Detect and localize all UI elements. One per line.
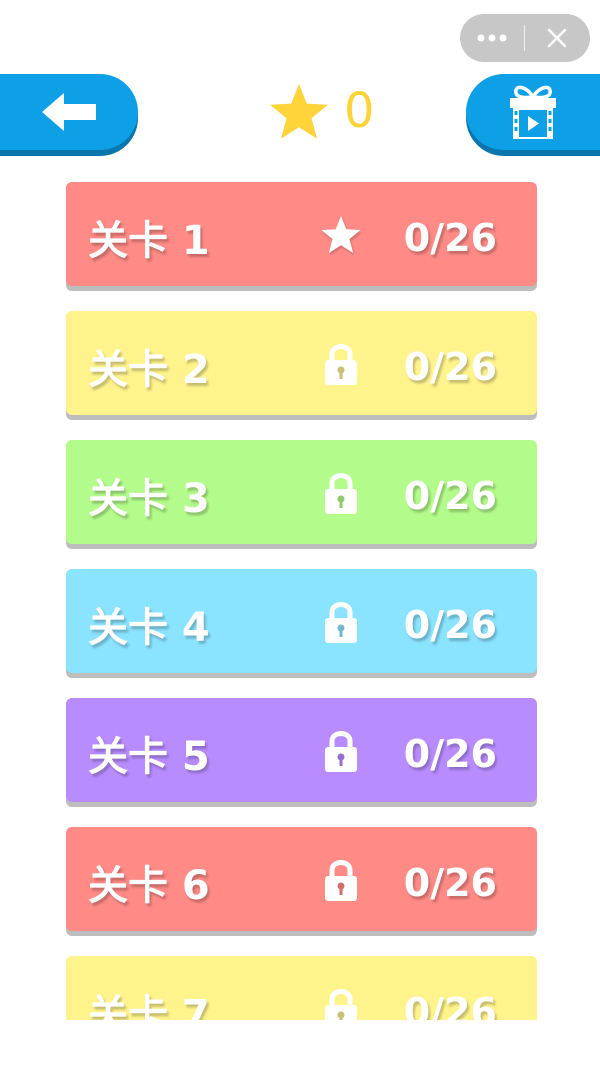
more-dots-icon bbox=[477, 34, 507, 42]
more-button[interactable] bbox=[460, 14, 524, 62]
level-row-1[interactable]: 关卡 1 0/26 bbox=[66, 182, 537, 286]
level-lock-badge bbox=[320, 728, 362, 774]
arrow-left-icon bbox=[42, 93, 96, 131]
lock-icon bbox=[325, 602, 357, 643]
close-button[interactable] bbox=[525, 14, 589, 62]
level-lock-badge bbox=[320, 857, 362, 903]
level-progress: 0/26 bbox=[403, 474, 497, 518]
star-icon bbox=[321, 216, 361, 254]
lock-icon bbox=[325, 989, 357, 1020]
level-select-screen: 0 关卡 1 0/26 关卡 2 0/26 关卡 3 0/26 关卡 4 0/2… bbox=[0, 0, 600, 1066]
level-row-5[interactable]: 关卡 5 0/26 bbox=[66, 698, 537, 802]
level-name: 关卡 3 bbox=[88, 476, 210, 522]
lock-icon bbox=[325, 473, 357, 514]
level-progress: 0/26 bbox=[403, 732, 497, 776]
lock-icon bbox=[325, 731, 357, 772]
level-progress: 0/26 bbox=[403, 990, 497, 1020]
back-button[interactable] bbox=[0, 74, 138, 150]
mini-program-capsule bbox=[460, 14, 590, 62]
level-lock-badge bbox=[320, 470, 362, 516]
star-total: 0 bbox=[344, 83, 375, 139]
gift-video-icon bbox=[510, 85, 556, 139]
level-star-badge bbox=[320, 212, 362, 258]
level-row-2[interactable]: 关卡 2 0/26 bbox=[66, 311, 537, 415]
level-row-6[interactable]: 关卡 6 0/26 bbox=[66, 827, 537, 931]
star-icon bbox=[270, 84, 328, 139]
level-progress: 0/26 bbox=[403, 603, 497, 647]
level-progress: 0/26 bbox=[403, 216, 497, 260]
lock-icon bbox=[325, 860, 357, 901]
level-row-3[interactable]: 关卡 3 0/26 bbox=[66, 440, 537, 544]
level-progress: 0/26 bbox=[403, 861, 497, 905]
level-name: 关卡 6 bbox=[88, 863, 210, 909]
level-lock-badge bbox=[320, 341, 362, 387]
level-name: 关卡 4 bbox=[88, 605, 210, 651]
lock-icon bbox=[325, 344, 357, 385]
level-name: 关卡 5 bbox=[88, 734, 210, 780]
level-name: 关卡 1 bbox=[88, 218, 210, 264]
gift-video-button[interactable] bbox=[466, 74, 600, 150]
star-score: 0 bbox=[268, 80, 375, 142]
level-lock-badge bbox=[320, 986, 362, 1020]
level-row-7[interactable]: 关卡 7 0/26 bbox=[66, 956, 537, 1020]
level-list: 关卡 1 0/26 关卡 2 0/26 关卡 3 0/26 关卡 4 0/26 … bbox=[66, 182, 537, 1020]
level-name: 关卡 2 bbox=[88, 347, 210, 393]
level-name: 关卡 7 bbox=[88, 992, 210, 1020]
close-icon bbox=[547, 28, 567, 48]
level-progress: 0/26 bbox=[403, 345, 497, 389]
level-lock-badge bbox=[320, 599, 362, 645]
level-row-4[interactable]: 关卡 4 0/26 bbox=[66, 569, 537, 673]
